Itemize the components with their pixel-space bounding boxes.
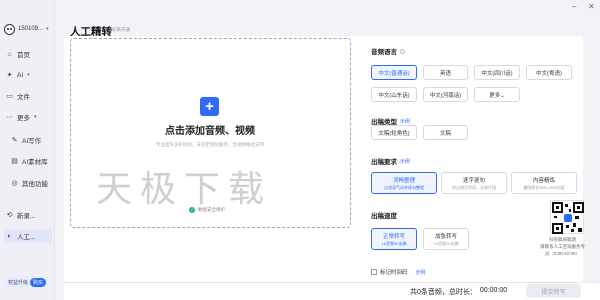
sidebar-item-ai[interactable]: ✦ AI ▾ [4,68,52,82]
option-language-cantonese[interactable]: 中文(粤语) [526,65,572,80]
timestamp-label: 标记时间码 [380,270,408,276]
option-desc: 仅过滤冗余词，无效片段 [452,184,496,190]
support-line: 请联系人工咨询服务专 [540,244,585,249]
support-line: 员（9:00-22:00） [544,251,581,256]
timestamp-checkbox[interactable] [371,269,377,275]
sidebar-item-label: 人工... [17,234,36,241]
option-requirement-smooth[interactable]: 流畅整理 过滤语气词并逐句整理 [371,172,437,194]
option-label: 正常转写 [382,233,405,240]
total-duration: 00:00:00 [479,287,508,294]
record-icon: ⟲ [6,211,13,219]
submit-button[interactable]: 提交转写 [526,284,581,298]
folder-icon: ▭ [6,92,13,100]
person-icon: ◐ [7,232,12,240]
sidebar-item-ai-writing[interactable]: ✎ AI写作 [9,133,53,147]
buy-button[interactable]: 购买 [29,277,46,287]
section-requirement: 出稿要求 示例 [371,156,410,167]
option-language-mandarin[interactable]: 中文(普通话) [371,65,417,80]
upload-subtitle: 专业团队多轮校验，支持定制化服务，音视频格式支持 [156,142,264,147]
timestamp-option[interactable]: 标记时间码 示例 [371,268,426,276]
sidebar-item-other[interactable]: ◎ 其他功能 [9,176,53,190]
vip-upgrade[interactable]: 权益升级 购买 [4,276,48,288]
option-language-sichuan[interactable]: 中文(四川话) [474,65,520,80]
option-language-more[interactable]: 更多⌄ [474,87,520,102]
chevron-down-icon: ▾ [46,26,49,32]
panda-avatar-icon [4,23,15,35]
example-link[interactable]: 示例 [416,269,426,276]
page-subtitle: 如果开通 [112,27,130,32]
sidebar: 150109... ▾ ⌂ 首页 ✦ AI ▾ ▭ 文件 ⋯ 更多 ▾ ✎ AI… [0,0,55,300]
option-label: 内容精炼 [532,177,555,184]
sidebar-item-label: 新录... [17,213,36,220]
library-icon: ▤ [11,157,18,165]
pen-icon: ✎ [11,136,18,144]
option-speed-normal[interactable]: 正常转写 1h音频3h出稿 [371,228,417,250]
qr-code-icon [550,200,584,234]
close-button[interactable]: ✕ [588,2,595,11]
sidebar-item-label: 首页 [17,52,30,59]
option-requirement-refine[interactable]: 内容精炼 删除原文30%-40%内容 [511,172,577,194]
option-label: 逐字逐句 [462,177,485,184]
sidebar-item-more[interactable]: ⋯ 更多 ▾ [4,110,52,124]
option-desc: 1h音频3h出稿 [381,240,407,246]
apps-icon: ◎ [11,179,18,187]
footer-bar [64,282,600,300]
option-language-henan[interactable]: 中文(河南话) [423,87,468,102]
chevron-down-icon: ▾ [27,72,30,78]
sidebar-item-manual[interactable]: ◐ 人工... [4,229,52,243]
sidebar-item-files[interactable]: ▭ 文件 [4,89,52,103]
add-file-icon[interactable]: + [200,97,219,116]
support-info: 扫有稿商稿请 请联系人工咨询服务专 员（9:00-22:00） [525,236,600,257]
option-desc: 删除原文30%-40%内容 [523,184,565,190]
sidebar-item-home[interactable]: ⌂ 首页 [4,47,52,61]
shield-icon: ✓ [189,207,195,213]
home-icon: ⌂ [7,50,12,58]
sidebar-item-label: AI素材库 [22,159,48,166]
sidebar-item-label: 更多 [17,115,30,122]
user-name: 150109... [18,26,44,32]
summary-prefix: 共0条音频，总时长： [410,289,477,296]
ai-sparkle-icon: ✦ [6,71,13,79]
option-language-english[interactable]: 英语 [423,65,468,80]
security-note: ✓ 数据安全保护 [189,207,225,213]
option-type-roles[interactable]: 文稿(轮角色) [371,125,417,140]
user-profile[interactable]: 150109... ▾ [4,23,49,35]
option-language-shandong[interactable]: 中文(山东话) [371,87,417,102]
section-title: 出稿要求 [371,159,397,166]
support-line: 扫有稿商稿请 [549,237,576,242]
sidebar-item-label: 其他功能 [22,181,48,188]
sidebar-item-label: 文件 [17,94,30,101]
section-title: 出稿速度 [371,213,397,220]
chevron-down-icon: ▾ [34,114,37,120]
option-requirement-verbatim[interactable]: 逐字逐句 仅过滤冗余词，无效片段 [441,172,507,194]
option-desc: 1h音频2h出稿 [433,240,459,246]
upload-title[interactable]: 点击添加音频、视频 [130,122,290,137]
example-link[interactable]: 示例 [400,158,410,165]
sidebar-item-new-record[interactable]: ⟲ 新录... [4,208,52,222]
section-language: 音频语言 ? [371,46,405,56]
vip-label: 权益升级 [8,279,29,286]
section-title: 音频语言 [371,49,397,56]
option-type-plain[interactable]: 文稿 [423,125,468,140]
security-text: 数据安全保护 [198,207,225,212]
more-grid-icon: ⋯ [6,113,13,121]
option-label: 加急转写 [434,233,457,240]
minimize-button[interactable]: – [572,2,576,11]
example-link[interactable]: 示例 [400,118,410,125]
sidebar-item-label: AI写作 [22,138,42,145]
sidebar-item-ai-library[interactable]: ▤ AI素材库 [9,154,53,168]
option-desc: 过滤语气词并逐句整理 [384,184,424,190]
section-speed: 出稿速度 [371,210,397,220]
option-label: 流畅整理 [392,177,415,184]
audio-summary: 共0条音频，总时长： 00:00:00 [410,287,507,297]
help-icon[interactable]: ? [400,48,405,54]
option-speed-urgent[interactable]: 加急转写 1h音频2h出稿 [423,228,469,250]
sidebar-item-label: AI [17,71,24,79]
